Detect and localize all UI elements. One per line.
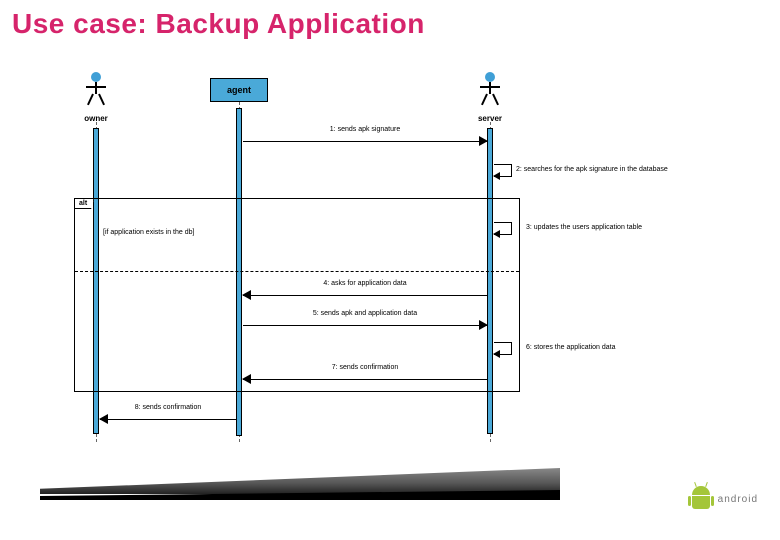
message-3-arrow <box>494 222 512 236</box>
participant-agent-label: agent <box>227 85 251 95</box>
alt-tag: alt <box>74 198 94 209</box>
sequence-diagram: owner agent server 1: sends apk signatur… <box>60 72 720 452</box>
message-7-label: 7: sends confirmation <box>243 364 487 371</box>
actor-owner: owner <box>66 72 126 123</box>
decorative-wedge <box>40 468 560 494</box>
message-4: 4: asks for application data <box>243 288 487 302</box>
android-wordmark: android <box>718 494 758 505</box>
android-icon <box>690 486 712 512</box>
message-4-label: 4: asks for application data <box>243 280 487 287</box>
message-6-arrow <box>494 342 512 356</box>
person-icon <box>478 72 502 112</box>
participant-agent: agent <box>210 78 268 102</box>
message-5: 5: sends apk and application data <box>243 318 487 332</box>
message-2-label: 2: searches for the apk signature in the… <box>516 166 668 173</box>
android-brand: android <box>690 486 758 512</box>
message-2-arrow <box>494 164 512 178</box>
message-8-label: 8: sends confirmation <box>100 404 236 411</box>
alt-separator <box>75 271 519 272</box>
page-title: Use case: Backup Application <box>12 8 425 40</box>
message-1: 1: sends apk signature <box>243 134 487 148</box>
message-5-label: 5: sends apk and application data <box>243 310 487 317</box>
message-7: 7: sends confirmation <box>243 372 487 386</box>
message-3-label: 3: updates the users application table <box>526 224 642 231</box>
message-1-label: 1: sends apk signature <box>243 126 487 133</box>
message-6-label: 6: stores the application data <box>526 344 616 351</box>
alt-guard: [if application exists in the db] <box>103 229 194 236</box>
person-icon <box>84 72 108 112</box>
actor-server: server <box>460 72 520 123</box>
message-8: 8: sends confirmation <box>100 412 236 426</box>
